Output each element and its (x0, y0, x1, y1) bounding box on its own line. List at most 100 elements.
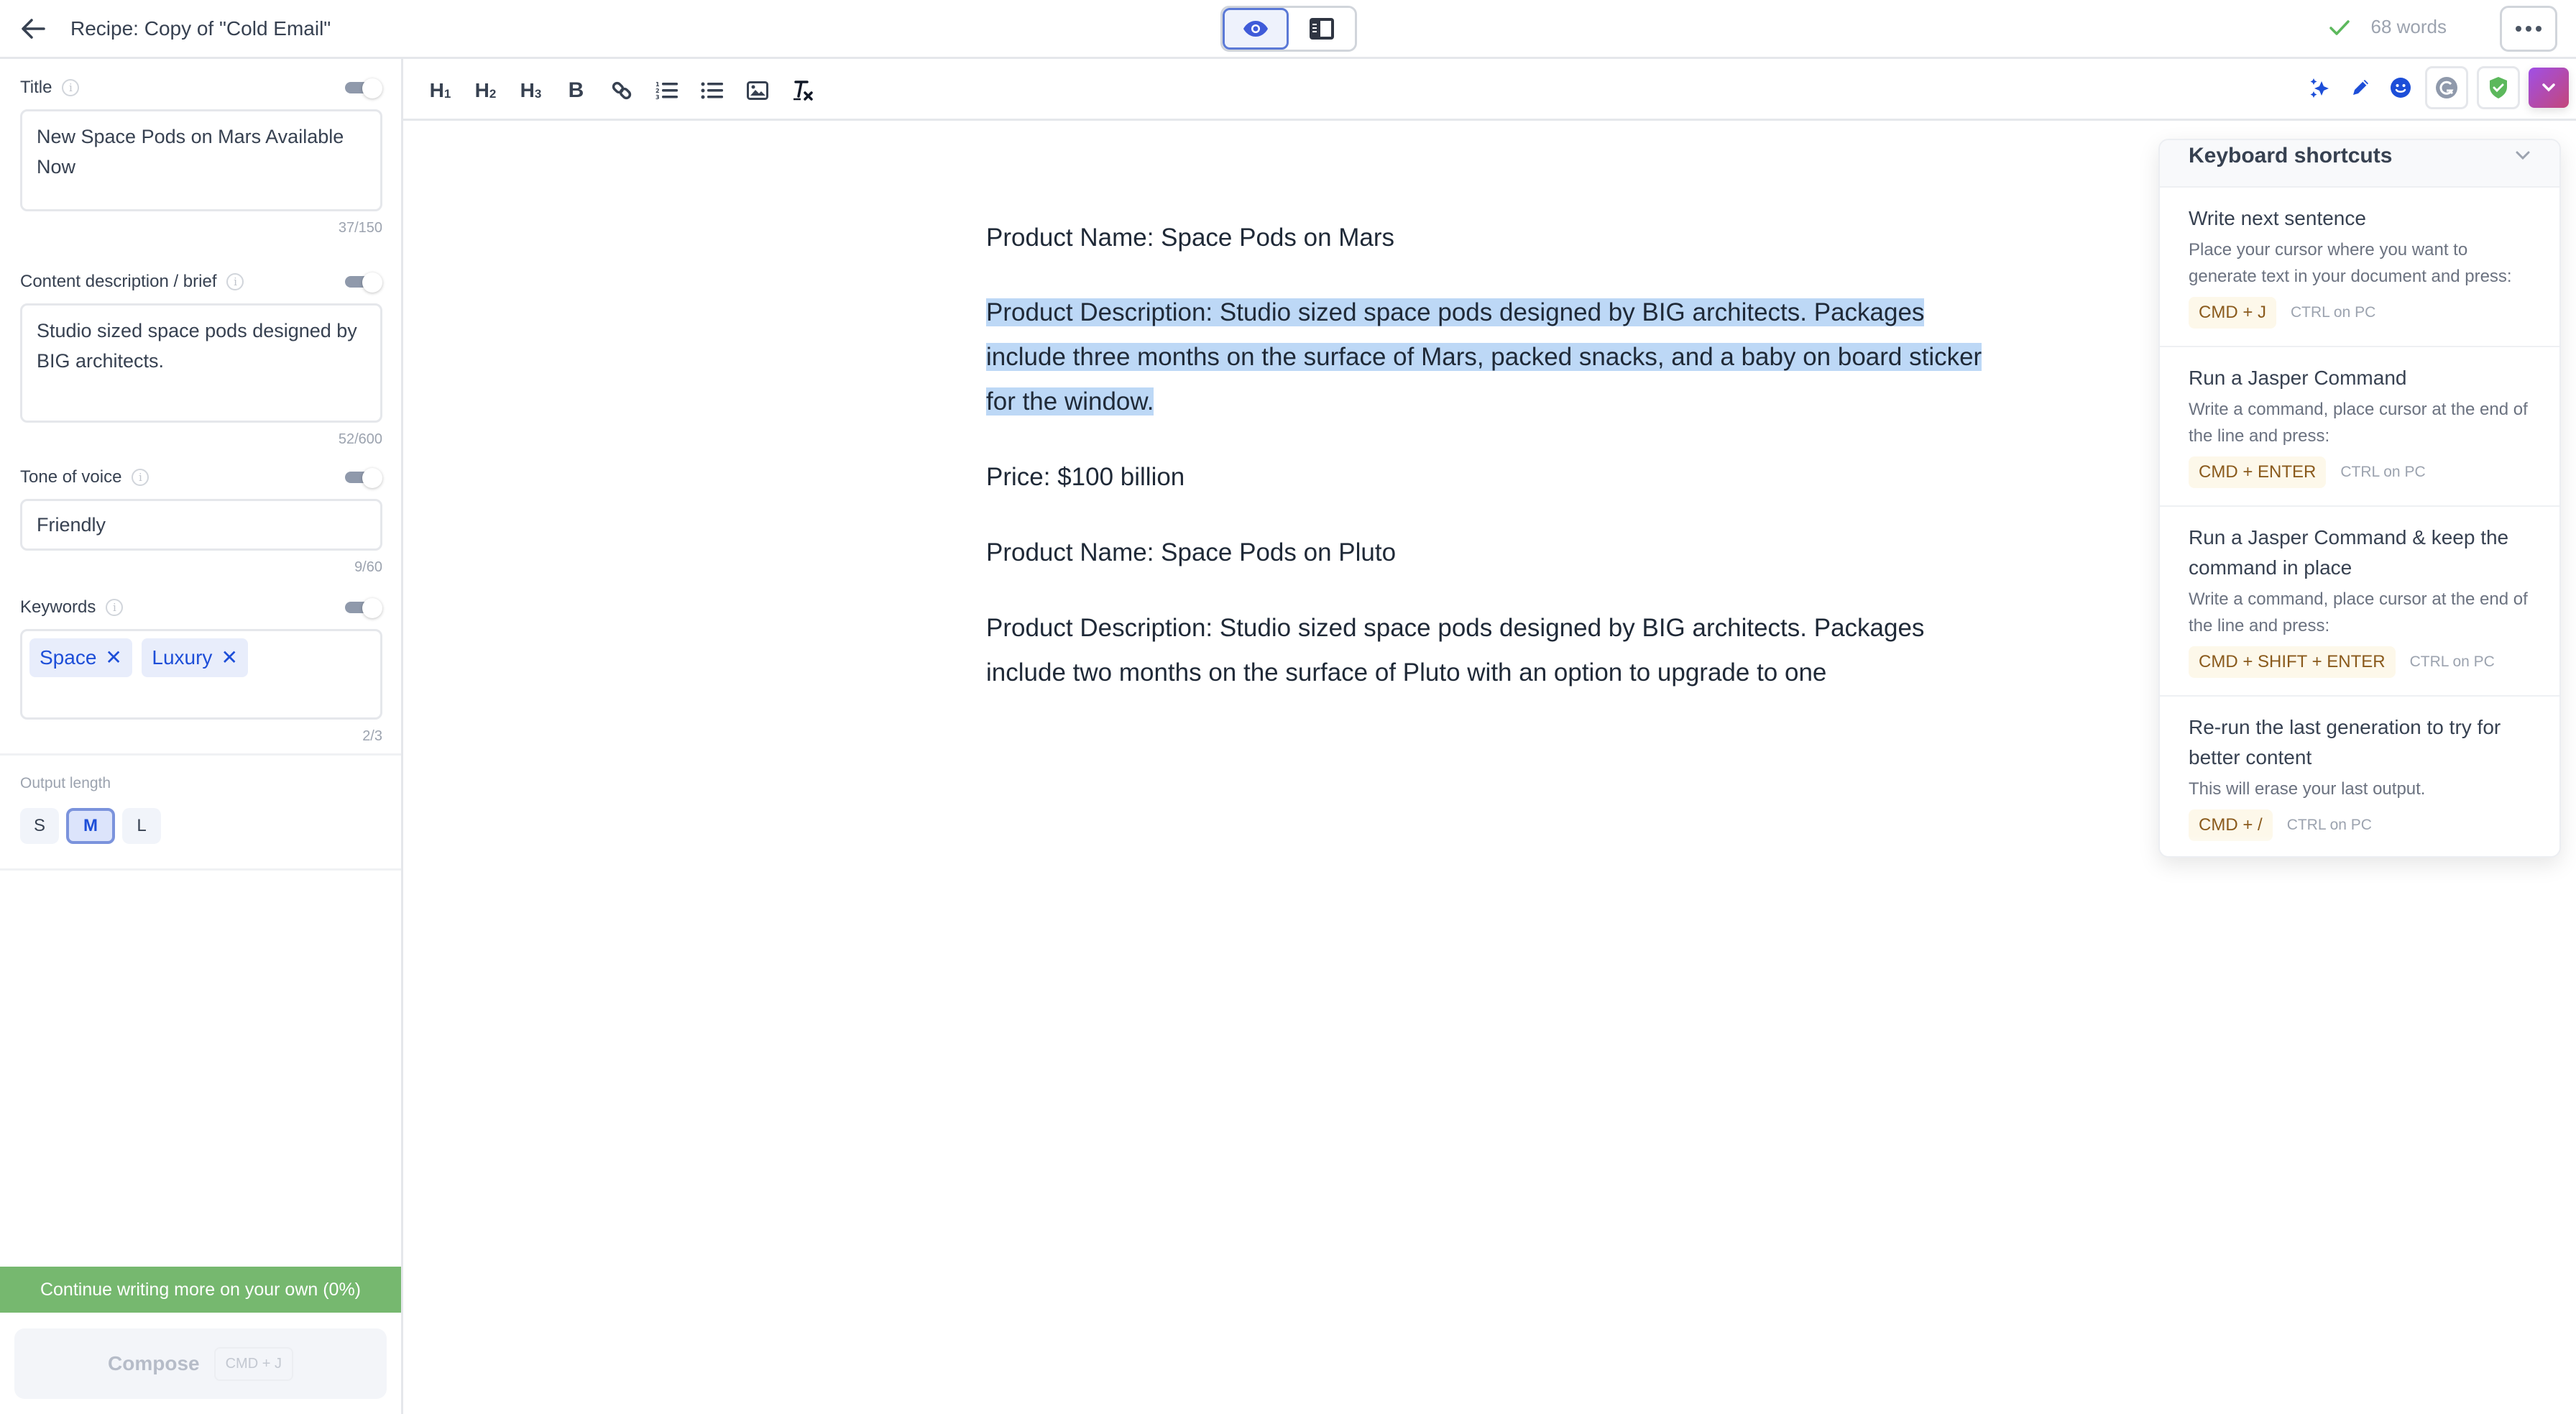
doc-paragraph-selected[interactable]: Product Description: Studio sized space … (986, 290, 2007, 424)
content-description-toggle[interactable] (345, 272, 382, 293)
remove-keyword-icon[interactable]: ✕ (105, 643, 121, 673)
info-icon[interactable]: i (226, 273, 244, 290)
keywords-counter: 2/3 (362, 728, 382, 744)
ordered-list-icon: 123 (656, 81, 678, 101)
bold-label: B (568, 78, 584, 102)
document-body[interactable]: Product Name: Space Pods on Mars Product… (986, 216, 2007, 726)
heading-1-button[interactable]: H1 (418, 73, 463, 108)
ellipsis-icon (2516, 26, 2521, 32)
content-label-wrap: Content description / brief i (20, 272, 244, 292)
output-length-l[interactable]: L (122, 808, 161, 844)
info-icon[interactable]: i (62, 79, 80, 96)
keywords-toggle[interactable] (345, 598, 382, 618)
heading-2-sub: 2 (489, 87, 497, 101)
doc-paragraph[interactable]: Product Name: Space Pods on Pluto (986, 531, 2007, 575)
sidebar-layout-button[interactable] (1289, 8, 1355, 50)
compose-button[interactable]: Compose CMD + J (14, 1328, 387, 1399)
compose-shortcut: CMD + J (213, 1346, 293, 1381)
keyboard-shortcuts-header[interactable]: Keyboard shortcuts (2160, 140, 2559, 188)
format-buttons: H1 H2 H3 B 123 (418, 73, 825, 108)
info-icon[interactable]: i (132, 469, 150, 486)
output-length-label: Output length (20, 775, 111, 791)
output-length-s[interactable]: S (20, 808, 59, 844)
divider (0, 868, 401, 871)
svg-text:1: 1 (656, 81, 660, 88)
compose-label: Compose (108, 1352, 200, 1374)
keywords-label: Keywords (20, 597, 96, 617)
tone-label-wrap: Tone of voice i (20, 467, 150, 487)
grammarly-button[interactable] (2425, 66, 2468, 109)
arrow-left-icon (22, 19, 45, 39)
doc-paragraph[interactable]: Product Description: Studio sized space … (986, 606, 2007, 695)
smiley-icon (2391, 78, 2411, 98)
more-options-button[interactable] (2500, 6, 2557, 52)
keyword-chip: Space ✕ (29, 638, 132, 677)
sparkles-button[interactable] (2304, 66, 2336, 109)
editor-toolbar: H1 H2 H3 B 123 (403, 59, 2576, 121)
writing-progress-banner: Continue writing more on your own (0%) (0, 1267, 401, 1313)
tone-of-voice-field: Tone of voice i Friendly 9/60 (20, 464, 382, 576)
keywords-input[interactable]: Space ✕ Luxury ✕ (20, 629, 382, 720)
bold-button[interactable]: B (553, 73, 599, 108)
grammarly-icon (2436, 77, 2457, 98)
keywords-field: Keywords i Space ✕ Luxury ✕ 2/3 (20, 594, 382, 745)
tone-of-voice-counter: 9/60 (354, 559, 382, 575)
doc-paragraph[interactable]: Product Name: Space Pods on Mars (986, 216, 2007, 260)
link-button[interactable] (599, 73, 644, 108)
clear-format-button[interactable] (780, 73, 825, 108)
ordered-list-button[interactable]: 123 (644, 73, 689, 108)
title-label: Title (20, 78, 52, 97)
shortcut-pc-note: CTRL on PC (2291, 304, 2376, 321)
ellipsis-dot (2536, 26, 2542, 32)
tone-of-voice-label: Tone of voice (20, 467, 122, 487)
divider (0, 753, 401, 756)
output-length-m[interactable]: M (66, 808, 115, 844)
pencil-button[interactable] (2345, 66, 2376, 109)
bullet-list-icon (701, 82, 723, 99)
save-status: 68 words (2329, 16, 2447, 38)
shortcut-title: Run a Jasper Command (2189, 367, 2407, 389)
back-button[interactable] (16, 13, 50, 45)
document-title: Recipe: Copy of "Cold Email" (70, 17, 331, 40)
editor-right-tools (2304, 66, 2569, 109)
tone-of-voice-toggle[interactable] (345, 468, 382, 488)
chevron-down-icon[interactable] (2515, 150, 2531, 160)
remove-keyword-icon[interactable]: ✕ (221, 643, 237, 673)
link-icon (612, 81, 631, 100)
shortcut-description: Write a command, place cursor at the end… (2189, 400, 2528, 446)
preview-view-button[interactable] (1223, 8, 1289, 50)
ellipsis-dot (2526, 26, 2531, 32)
image-button[interactable] (735, 73, 780, 108)
shortcut-description: Write a command, place cursor at the end… (2189, 589, 2528, 635)
toggle-knob (362, 78, 382, 98)
info-icon[interactable]: i (106, 599, 124, 616)
title-toggle[interactable] (345, 78, 382, 98)
heading-1-sub: 1 (443, 87, 451, 101)
shortcut-description: Place your cursor where you want to gene… (2189, 240, 2512, 286)
heading-2-button[interactable]: H2 (463, 73, 508, 108)
keyword-chip-label: Luxury (152, 646, 213, 669)
content-description-label: Content description / brief (20, 272, 217, 291)
shortcut-keys: CMD + ENTER CTRL on PC (2189, 456, 2531, 488)
shortcut-title: Write next sentence (2189, 207, 2366, 229)
title-label-wrap: Title i (20, 78, 80, 98)
shield-check-icon (2490, 77, 2507, 98)
check-icon (2329, 19, 2350, 35)
jasper-panel-toggle[interactable] (2529, 68, 2569, 108)
output-length-selector: S M L (20, 808, 161, 844)
bullet-list-button[interactable] (689, 73, 735, 108)
tone-smiley-button[interactable] (2385, 66, 2416, 109)
title-counter: 37/150 (338, 220, 382, 236)
title-input[interactable]: New Space Pods on Mars Available Now (20, 109, 382, 211)
content-description-input[interactable]: Studio sized space pods designed by BIG … (20, 303, 382, 423)
plagiarism-check-button[interactable] (2477, 66, 2520, 109)
doc-paragraph[interactable]: Price: $100 billion (986, 455, 2007, 500)
keywords-label-wrap: Keywords i (20, 597, 124, 618)
heading-1-label: H (429, 79, 444, 101)
selected-text[interactable]: Product Description: Studio sized space … (986, 298, 1982, 416)
image-icon (746, 81, 768, 100)
heading-3-label: H (520, 79, 535, 101)
tone-of-voice-input[interactable]: Friendly (20, 499, 382, 551)
keyboard-shortcuts-title: Keyboard shortcuts (2189, 144, 2393, 167)
heading-3-button[interactable]: H3 (508, 73, 553, 108)
